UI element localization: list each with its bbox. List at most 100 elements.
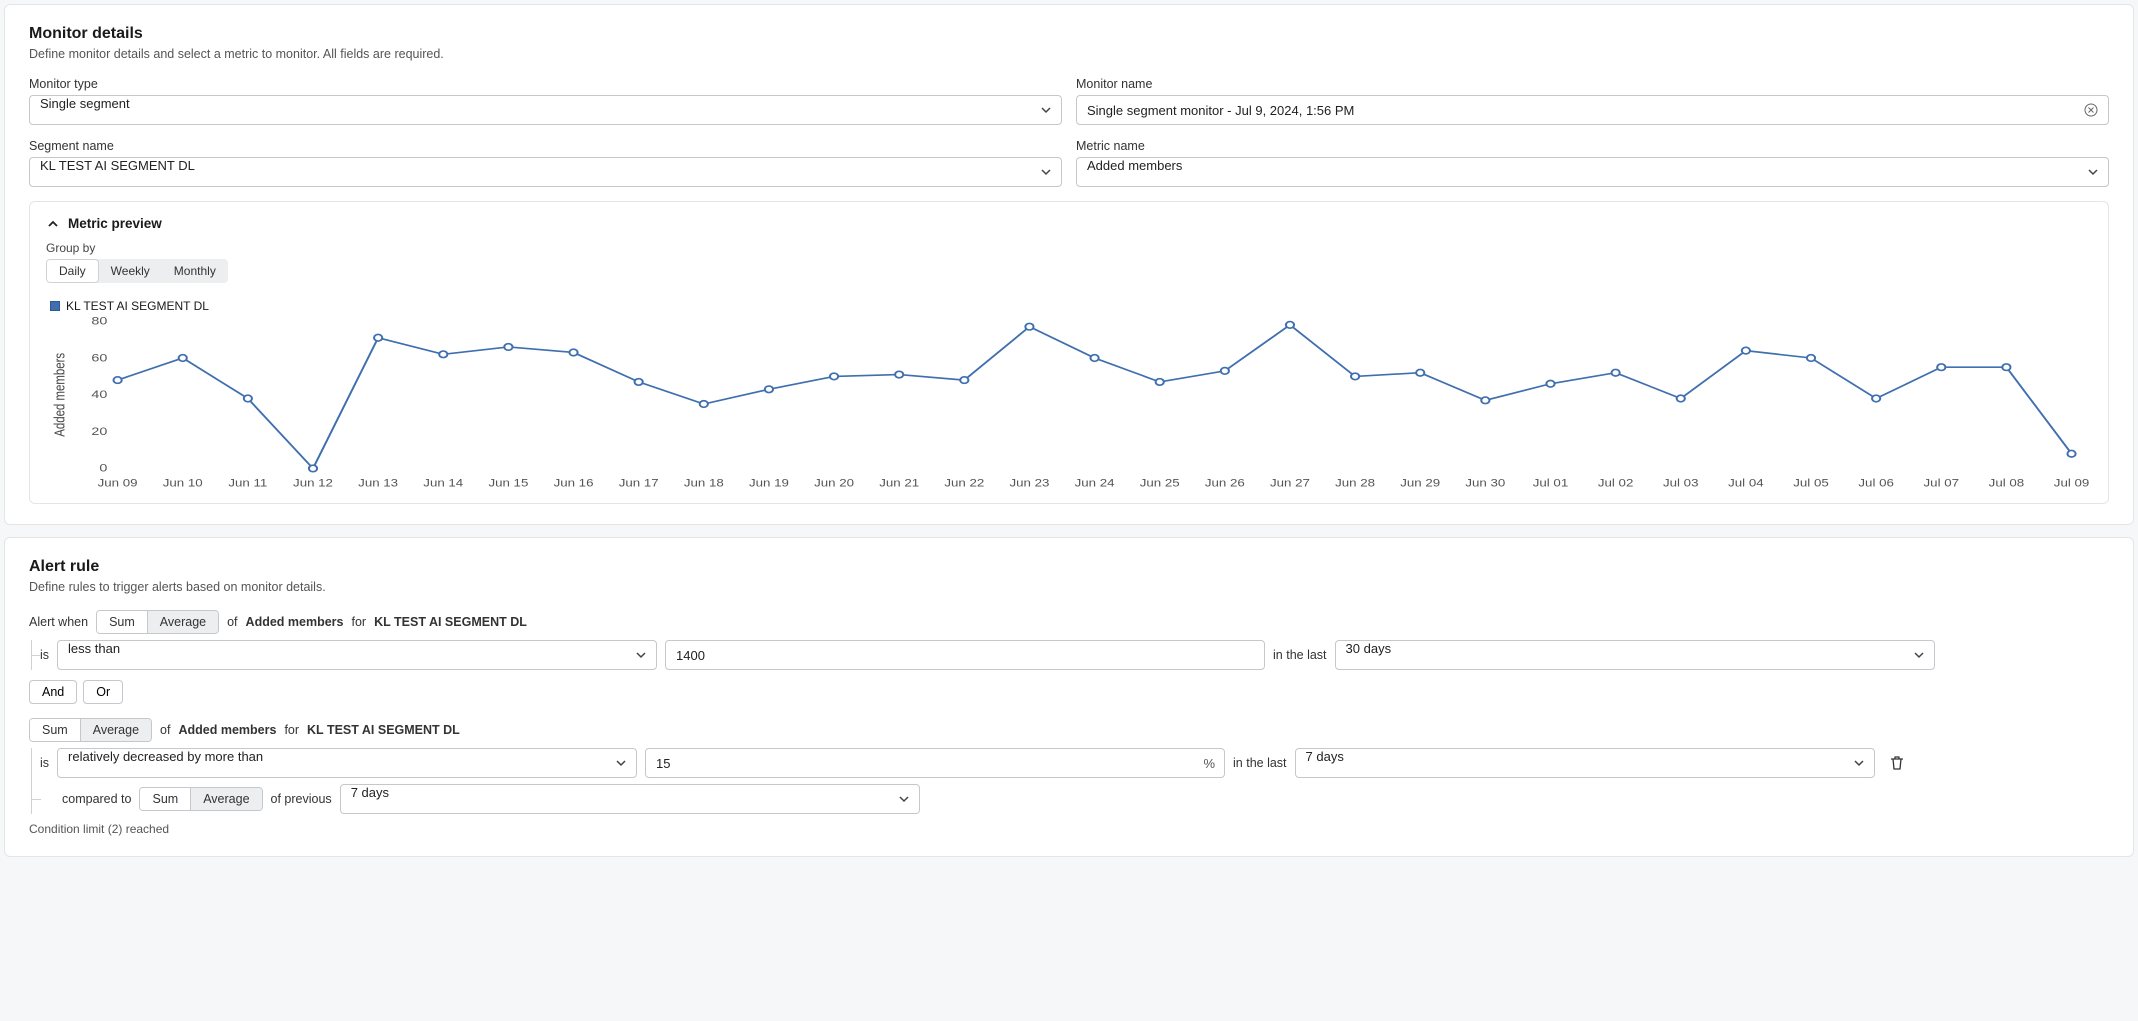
- svg-text:Jul 03: Jul 03: [1663, 477, 1699, 489]
- segment-name-select[interactable]: KL TEST AI SEGMENT DL: [29, 157, 1062, 187]
- svg-text:Jul 02: Jul 02: [1598, 477, 1634, 489]
- svg-text:Jul 06: Jul 06: [1858, 477, 1894, 489]
- cond1-agg-sum[interactable]: Sum: [97, 611, 147, 633]
- is-text: is: [40, 648, 49, 662]
- section-title: Monitor details: [29, 25, 2109, 43]
- svg-text:Jul 04: Jul 04: [1728, 477, 1764, 489]
- cond2-window-select[interactable]: 7 days: [1295, 748, 1875, 778]
- condition1-header: Alert when Sum Average of Added members …: [29, 610, 2109, 634]
- of-text-2: of: [160, 723, 170, 737]
- cond2-baseline-sum[interactable]: Sum: [140, 788, 190, 810]
- svg-text:Jun 11: Jun 11: [228, 477, 267, 489]
- or-button[interactable]: Or: [83, 680, 123, 704]
- svg-text:Jun 10: Jun 10: [163, 477, 203, 489]
- cond2-baseline-agg-toggle: Sum Average: [139, 787, 262, 811]
- condition-limit-note: Condition limit (2) reached: [29, 822, 2109, 836]
- cond1-operator-value: less than: [57, 640, 657, 670]
- alert-when-text: Alert when: [29, 615, 88, 629]
- svg-text:Jun 22: Jun 22: [944, 477, 984, 489]
- metric-name-value: Added members: [1076, 157, 2109, 187]
- svg-text:Jun 20: Jun 20: [814, 477, 854, 489]
- for-text-2: for: [284, 723, 299, 737]
- chart-legend: KL TEST AI SEGMENT DL: [50, 299, 2092, 313]
- legend-label: KL TEST AI SEGMENT DL: [66, 299, 209, 313]
- svg-text:Jun 18: Jun 18: [684, 477, 724, 489]
- for-text: for: [352, 615, 367, 629]
- svg-text:Jun 24: Jun 24: [1075, 477, 1115, 489]
- cond2-baseline-window-select[interactable]: 7 days: [340, 784, 920, 814]
- and-button[interactable]: And: [29, 680, 77, 704]
- svg-text:Jun 28: Jun 28: [1335, 477, 1375, 489]
- section-subtitle: Define monitor details and select a metr…: [29, 47, 2109, 61]
- collapse-icon[interactable]: [46, 217, 60, 231]
- svg-text:Jul 08: Jul 08: [1989, 477, 2025, 489]
- metric-ref-2: Added members: [178, 723, 276, 737]
- monitor-details-panel: Monitor details Define monitor details a…: [4, 4, 2134, 525]
- clear-icon[interactable]: [2083, 102, 2099, 118]
- monitor-name-input[interactable]: [1076, 95, 2109, 125]
- metric-name-select[interactable]: Added members: [1076, 157, 2109, 187]
- group-by-segmented: Daily Weekly Monthly: [46, 259, 228, 283]
- segment-name-label: Segment name: [29, 139, 1062, 153]
- condition2-header: Sum Average of Added members for KL TEST…: [29, 718, 2109, 742]
- is-text-2: is: [40, 756, 49, 770]
- metric-ref: Added members: [246, 615, 344, 629]
- monitor-type-value: Single segment: [29, 95, 1062, 125]
- svg-text:Jul 09: Jul 09: [2054, 477, 2090, 489]
- svg-text:Jul 05: Jul 05: [1793, 477, 1829, 489]
- svg-text:Jun 12: Jun 12: [293, 477, 333, 489]
- svg-text:Added members: Added members: [51, 352, 68, 436]
- cond2-operator-value: relatively decreased by more than: [57, 748, 637, 778]
- cond2-baseline-window-value: 7 days: [340, 784, 920, 814]
- cond2-agg-sum[interactable]: Sum: [30, 719, 80, 741]
- of-previous-text: of previous: [271, 792, 332, 806]
- cond2-agg-avg[interactable]: Average: [80, 719, 151, 741]
- segment-ref: KL TEST AI SEGMENT DL: [374, 615, 527, 629]
- svg-text:Jun 16: Jun 16: [554, 477, 594, 489]
- svg-text:40: 40: [91, 387, 107, 400]
- cond1-window-select[interactable]: 30 days: [1335, 640, 1935, 670]
- legend-swatch: [50, 301, 60, 311]
- svg-text:Jun 25: Jun 25: [1140, 477, 1180, 489]
- svg-text:Jul 01: Jul 01: [1533, 477, 1569, 489]
- metric-name-label: Metric name: [1076, 139, 2109, 153]
- segment-ref-2: KL TEST AI SEGMENT DL: [307, 723, 460, 737]
- of-text: of: [227, 615, 237, 629]
- group-by-label: Group by: [46, 241, 2092, 255]
- cond2-agg-toggle: Sum Average: [29, 718, 152, 742]
- cond2-value-input[interactable]: [645, 748, 1225, 778]
- monitor-name-label: Monitor name: [1076, 77, 2109, 91]
- svg-text:Jun 30: Jun 30: [1465, 477, 1505, 489]
- svg-text:Jun 13: Jun 13: [358, 477, 398, 489]
- svg-text:60: 60: [91, 351, 107, 364]
- monitor-type-select[interactable]: Single segment: [29, 95, 1062, 125]
- svg-text:Jun 14: Jun 14: [423, 477, 463, 489]
- preview-title: Metric preview: [68, 216, 162, 231]
- compared-to-text: compared to: [62, 792, 131, 806]
- cond1-value-input[interactable]: [665, 640, 1265, 670]
- cond1-agg-avg[interactable]: Average: [147, 611, 218, 633]
- svg-text:Jul 07: Jul 07: [1924, 477, 1960, 489]
- svg-text:Jun 27: Jun 27: [1270, 477, 1310, 489]
- svg-text:Jun 26: Jun 26: [1205, 477, 1245, 489]
- svg-text:Jun 09: Jun 09: [98, 477, 138, 489]
- svg-text:0: 0: [99, 461, 107, 474]
- cond1-window-value: 30 days: [1335, 640, 1935, 670]
- group-by-weekly[interactable]: Weekly: [99, 259, 162, 283]
- group-by-monthly[interactable]: Monthly: [162, 259, 228, 283]
- cond2-baseline-avg[interactable]: Average: [190, 788, 261, 810]
- metric-preview-card: Metric preview Group by Daily Weekly Mon…: [29, 201, 2109, 504]
- cond1-operator-select[interactable]: less than: [57, 640, 657, 670]
- cond2-window-value: 7 days: [1295, 748, 1875, 778]
- combiner-row: And Or: [29, 680, 2109, 704]
- group-by-daily[interactable]: Daily: [46, 259, 99, 283]
- svg-text:80: 80: [91, 314, 107, 327]
- delete-condition-button[interactable]: [1883, 749, 1911, 777]
- svg-text:20: 20: [91, 424, 107, 437]
- percent-suffix: %: [1203, 756, 1215, 771]
- cond2-operator-select[interactable]: relatively decreased by more than: [57, 748, 637, 778]
- svg-text:Jun 15: Jun 15: [488, 477, 528, 489]
- in-the-last-text: in the last: [1273, 648, 1327, 662]
- svg-text:Jun 17: Jun 17: [619, 477, 659, 489]
- chart-area: 0 20 40 60 80 Jun 09 Jun 10 Jun 11 Jun 12 Jun 13 J…: [46, 313, 2092, 493]
